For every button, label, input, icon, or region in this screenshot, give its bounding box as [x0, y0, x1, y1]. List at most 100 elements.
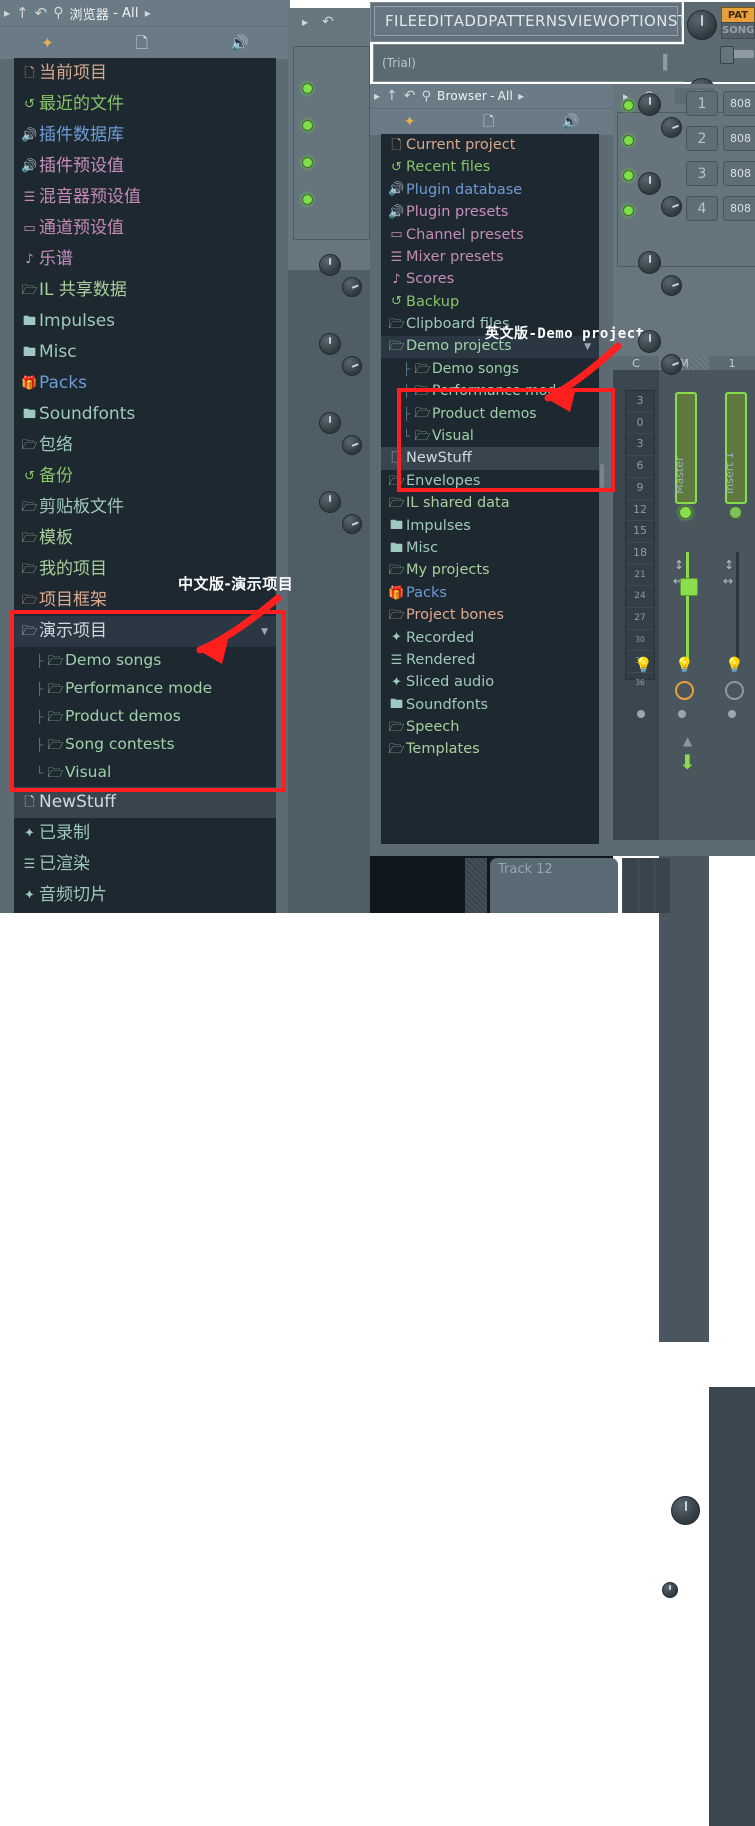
browser-sub-item[interactable]: ├ 🗁 Performance mode: [381, 380, 599, 402]
tempo-handle[interactable]: [720, 46, 734, 64]
resize-grip-icon[interactable]: ▍: [663, 55, 674, 71]
browser-item[interactable]: 🗁 Project bones: [381, 604, 599, 626]
channel-number-button[interactable]: 4: [686, 196, 718, 221]
browser-sub-item[interactable]: ├ 🗁 Performance mode: [14, 675, 276, 703]
browser-item[interactable]: 🗁 IL 共享数据: [14, 275, 276, 306]
mixer-track-led[interactable]: [679, 506, 692, 519]
browser-item[interactable]: ☰ 混音器预设值: [14, 182, 276, 213]
browser-item[interactable]: ☰ 已渲染: [14, 849, 276, 880]
browser-item[interactable]: 🔊 Plugin presets: [381, 201, 599, 223]
browser-item[interactable]: ↺ 最近的文件: [14, 89, 276, 120]
browser-item[interactable]: ✦ 音频切片: [14, 880, 276, 911]
browser-item[interactable]: 🖿 Impulses: [381, 515, 599, 537]
browser-sub-item[interactable]: ├ 🗁 Demo songs: [381, 358, 599, 380]
browser-item[interactable]: 🗁 演示项目 ▼: [14, 616, 276, 647]
mixer-track-1[interactable]: [659, 856, 709, 1342]
menu-item-edit[interactable]: EDIT: [418, 12, 454, 30]
mixer-track-led[interactable]: [729, 506, 742, 519]
mixer-fader-track[interactable]: [736, 552, 739, 662]
browser-item[interactable]: 🖿 Impulses: [14, 306, 276, 337]
menu-item-view[interactable]: VIEW: [567, 12, 608, 30]
mixer-fader-handle[interactable]: [680, 578, 698, 596]
mixer-down-arrow-icon[interactable]: ⬇: [679, 750, 696, 774]
browser-item[interactable]: 🖿 Misc: [381, 537, 599, 559]
channel-name-button[interactable]: 808: [723, 161, 755, 186]
mixer-bulb-icon[interactable]: 💡: [675, 656, 694, 674]
channel-led[interactable]: [623, 135, 634, 146]
channel-pan-knob[interactable]: [638, 251, 661, 274]
browser-item[interactable]: ↺ 备份: [14, 461, 276, 492]
channel-volume-knob[interactable]: [661, 117, 682, 138]
browser-item[interactable]: ↺ Backup: [381, 291, 599, 313]
mixer-track-header[interactable]: 1: [709, 356, 755, 370]
mixer-track-2[interactable]: [709, 1387, 755, 1826]
channel-pan-knob[interactable]: [638, 330, 661, 353]
tab-all-icon[interactable]: ✦: [404, 115, 416, 129]
mixer-stereo-separation-icon[interactable]: ↕: [724, 558, 734, 572]
browser-item[interactable]: ✦ Sliced audio: [381, 671, 599, 693]
browser-item[interactable]: ✦ 已录制: [14, 818, 276, 849]
browser-item[interactable]: ♪ 乐谱: [14, 244, 276, 275]
mixer-track-header[interactable]: C: [613, 356, 659, 370]
browser-item[interactable]: ♪ Scores: [381, 268, 599, 290]
browser-item[interactable]: 🗁 剪贴板文件: [14, 492, 276, 523]
browser-sub-item[interactable]: ├ 🗁 Song contests: [14, 731, 276, 759]
browser-sub-item[interactable]: ├ 🗁 Demo songs: [14, 647, 276, 675]
mixer-dot-indicator[interactable]: [728, 710, 736, 718]
browser-item[interactable]: 🔊 Plugin database: [381, 179, 599, 201]
menu-item-options[interactable]: OPTIONS: [608, 12, 678, 30]
mixer-dot-indicator[interactable]: [678, 710, 686, 718]
channel-name-button[interactable]: 808: [723, 91, 755, 116]
arrow-up-icon[interactable]: ↑: [16, 5, 29, 21]
mixer-small-knob[interactable]: [662, 1582, 678, 1598]
browser-item[interactable]: 🗁 IL shared data: [381, 492, 599, 514]
mixer-fader-track[interactable]: [686, 552, 689, 662]
channel-pan-knob[interactable]: [638, 172, 661, 195]
channel-number-button[interactable]: 3: [686, 161, 718, 186]
mixer-bulb-icon[interactable]: 💡: [725, 656, 744, 674]
chevron-right-icon[interactable]: ▸: [374, 90, 380, 102]
browser-item[interactable]: 🗁 模板: [14, 523, 276, 554]
mixer-swap-icon[interactable]: ↔: [723, 574, 733, 588]
browser-item[interactable]: ↺ Recent files: [381, 156, 599, 178]
mixer-stereo-separation-icon[interactable]: ↕: [674, 558, 684, 572]
mixer-left-bulb-icon[interactable]: 💡: [634, 656, 653, 674]
project-title-bar[interactable]: (Trial) ▍: [373, 44, 685, 82]
browser-item[interactable]: 🔊 插件数据库: [14, 120, 276, 151]
browser-item[interactable]: 🖿 Soundfonts: [14, 399, 276, 430]
browser-item[interactable]: 🗋 NewStuff: [381, 447, 599, 470]
tab-plugins-icon[interactable]: 🔊: [230, 35, 249, 51]
channel-number-button[interactable]: 1: [686, 91, 718, 116]
browser-item[interactable]: 🖿 Soundfonts: [381, 694, 599, 716]
browser-item[interactable]: 🗋 NewStuff: [14, 787, 276, 818]
browser-sub-item[interactable]: ├ 🗁 Product demos: [381, 403, 599, 425]
playlist-scroll-strip[interactable]: [465, 858, 487, 913]
browser-item[interactable]: 🗋 当前项目: [14, 58, 276, 89]
left-browser-list[interactable]: 🗋 当前项目 ↺ 最近的文件 🔊 插件数据库 🔊 插件预设值 ☰ 混音器预设值 ▭ 通道预设值 ♪ 乐谱 🗁…: [14, 58, 276, 913]
browser-item[interactable]: ▭ 通道预设值: [14, 213, 276, 244]
browser-item[interactable]: ☰ Mixer presets: [381, 246, 599, 268]
channel-led[interactable]: [623, 100, 634, 111]
channel-name-button[interactable]: 808: [723, 196, 755, 221]
mixer-clock-icon[interactable]: [675, 681, 694, 700]
center-browser-list[interactable]: 🗋 Current project ↺ Recent files 🔊 Plugin dat…: [381, 134, 599, 844]
channel-number-button[interactable]: 2: [686, 126, 718, 151]
browser-item[interactable]: ☰ Rendered: [381, 649, 599, 671]
browser-item[interactable]: 🗁 Speech: [381, 716, 599, 738]
browser-sub-item[interactable]: ├ 🗁 Product demos: [14, 703, 276, 731]
mixer-up-arrow-icon[interactable]: ▲: [683, 734, 692, 748]
mixer-pan-knob[interactable]: [671, 1496, 700, 1525]
menu-item-patterns[interactable]: PATTERNS: [488, 12, 567, 30]
chevron-right-icon-2[interactable]: ▸: [518, 90, 524, 102]
browser-item[interactable]: 🎁 Packs: [381, 582, 599, 604]
search-icon[interactable]: ⚲: [53, 6, 63, 20]
browser-item[interactable]: ▭ Channel presets: [381, 224, 599, 246]
master-volume-knob[interactable]: [687, 10, 717, 40]
chevron-right-icon[interactable]: ▸: [4, 7, 10, 19]
menu-item-file[interactable]: FILE: [385, 12, 418, 30]
channel-led[interactable]: [623, 205, 634, 216]
center-browser-scroll-grip[interactable]: [600, 464, 604, 488]
arrow-up-icon[interactable]: ↑: [386, 89, 398, 103]
mixer-clock-icon[interactable]: [725, 681, 744, 700]
channel-pan-knob[interactable]: [638, 93, 661, 116]
